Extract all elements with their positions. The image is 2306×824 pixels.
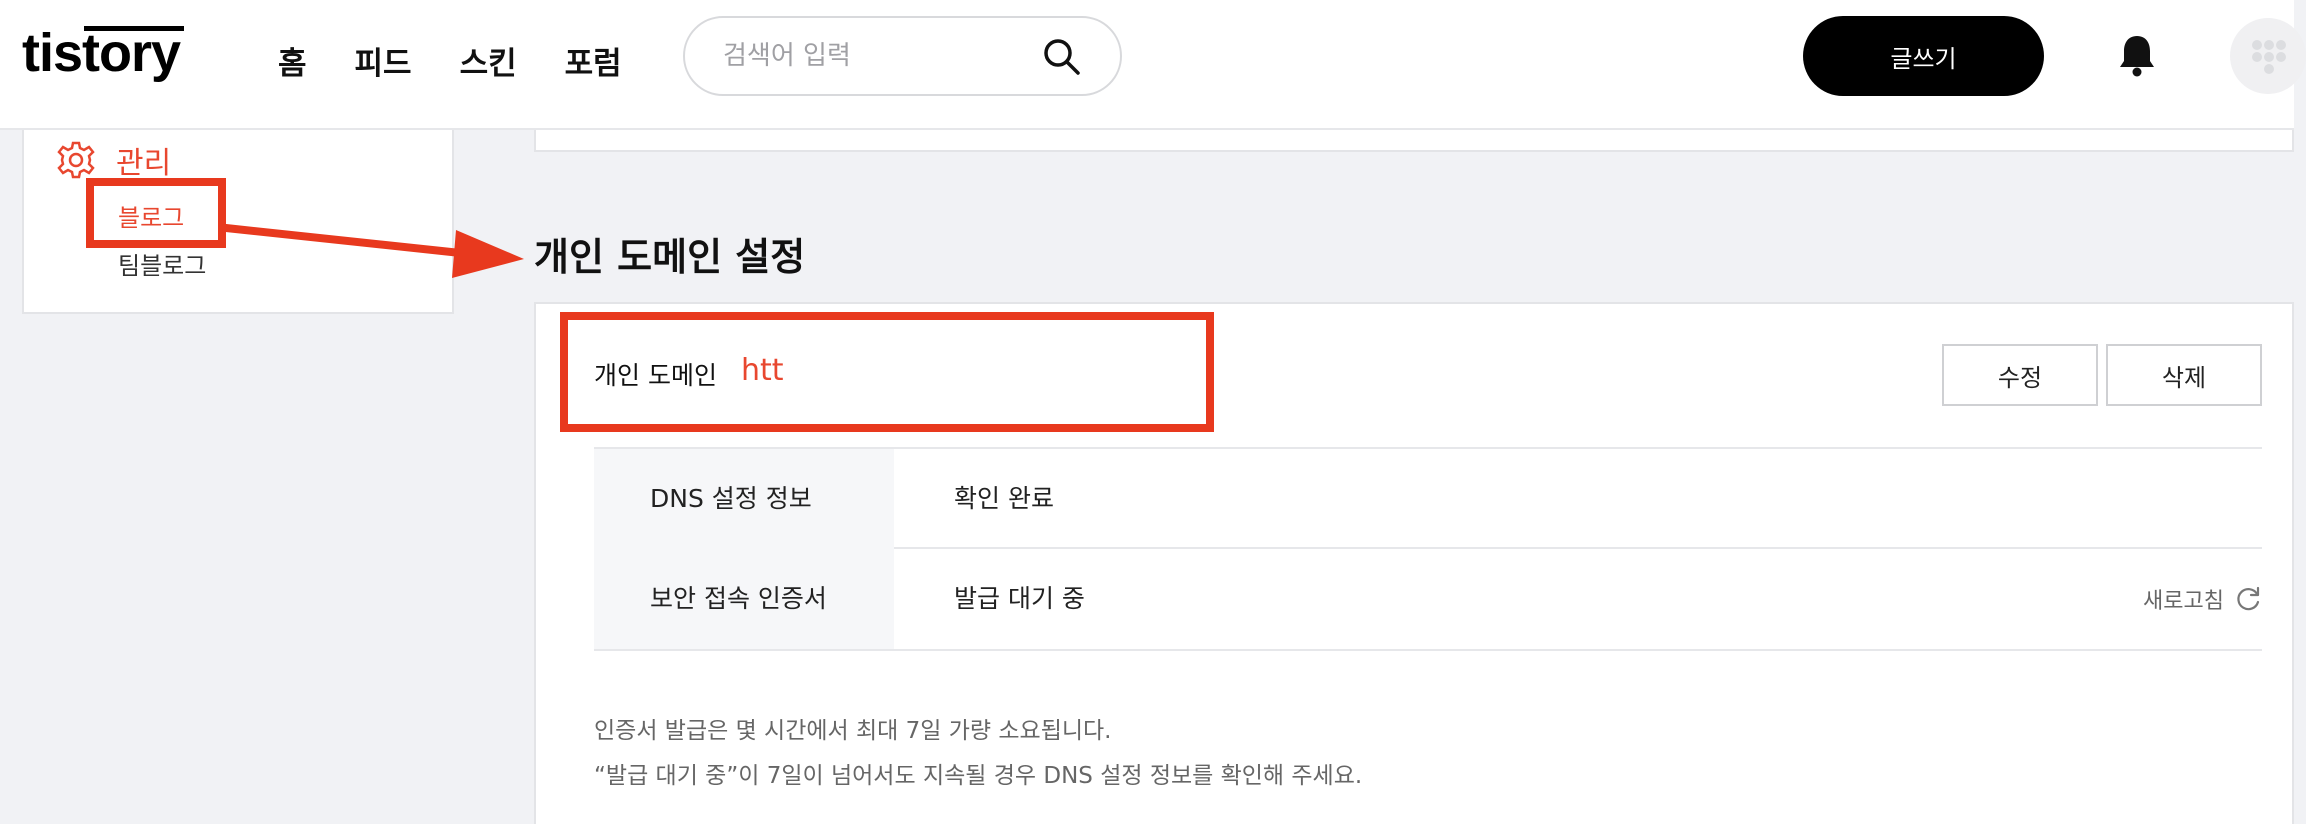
highlight-box-domain [560, 312, 1214, 432]
nav-skin[interactable]: 스킨 [460, 38, 517, 83]
main-nav: 홈 피드 스킨 포럼 [278, 38, 622, 83]
gear-icon [57, 141, 95, 179]
dns-status: 확인 완료 [954, 484, 1054, 513]
previous-card-bottom [534, 130, 2294, 152]
notice-issue-time: 인증서 발급은 몇 시간에서 최대 7일 가량 소요됩니다. [594, 718, 1112, 744]
refresh-icon [2237, 586, 2260, 611]
bell-icon[interactable] [2118, 33, 2156, 77]
domain-info-table: DNS 설정 정보 확인 완료 보안 접속 인증서 발급 대기 중 새로고침 [594, 447, 2262, 651]
nav-feed[interactable]: 피드 [355, 38, 412, 83]
write-post-button[interactable]: 글쓰기 [1803, 16, 2044, 96]
nav-forum[interactable]: 포럼 [565, 38, 622, 83]
avatar[interactable] [2230, 18, 2306, 94]
table-row-certificate: 보안 접속 인증서 발급 대기 중 새로고침 [594, 549, 2262, 651]
refresh-label: 새로고침 [2143, 589, 2224, 614]
edit-domain-button[interactable]: 수정 [1942, 344, 2098, 406]
page-title: 개인 도메인 설정 [534, 235, 806, 279]
nav-home[interactable]: 홈 [278, 38, 307, 83]
highlight-box-blog [86, 178, 226, 248]
sidebar-title-manage[interactable]: 관리 [116, 138, 171, 182]
tistory-logo[interactable]: tistory [22, 26, 181, 80]
search-input[interactable] [723, 36, 1023, 76]
search-icon[interactable] [1042, 37, 1082, 77]
sidebar-item-teamblog[interactable]: 팀블로그 [118, 246, 206, 281]
certificate-status: 발급 대기 중 [954, 584, 1085, 613]
notice-check-dns: “발급 대기 중”이 7일이 넘어서도 지속될 경우 DNS 설정 정보를 확인… [594, 763, 1363, 789]
refresh-button[interactable]: 새로고침 [2143, 583, 2262, 615]
dns-label: DNS 설정 정보 [594, 449, 894, 549]
top-header: tistory 홈 피드 스킨 포럼 글쓰기 [0, 0, 2306, 130]
delete-domain-button[interactable]: 삭제 [2106, 344, 2262, 406]
certificate-label: 보안 접속 인증서 [594, 549, 894, 649]
table-row-dns: DNS 설정 정보 확인 완료 [594, 447, 2262, 549]
